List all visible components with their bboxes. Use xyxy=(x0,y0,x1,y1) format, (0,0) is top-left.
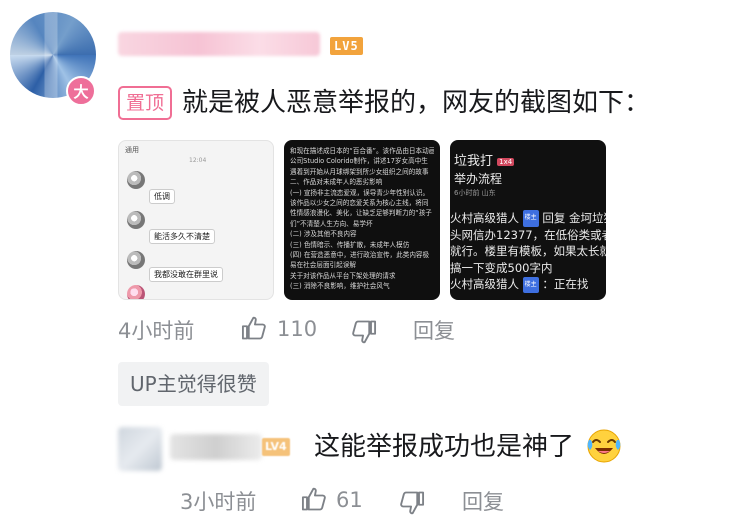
screenshot-thumbnail-2[interactable]: 和现在描述成日本的“百合番”。该作品由日本动画 公司Studio Colorid… xyxy=(284,140,440,300)
thumb3-meta: 6小时前 山东 xyxy=(454,189,496,197)
chat-row xyxy=(127,171,145,189)
chat-row xyxy=(127,285,145,299)
thumb3-header: 垃我打 1x4 xyxy=(454,154,515,169)
thumbs-up-icon[interactable] xyxy=(240,314,268,342)
chat-bubble: 我都没敢在群里说 xyxy=(149,267,223,282)
thumb3-posts: 火村高级猎人 楼主 回复 金坷垃猎 头网信办12377，在低俗类或者色情 就行。… xyxy=(450,210,606,293)
reply-text: 这能举报成功也是神了 xyxy=(314,432,575,462)
thumb1-time: 12:04 xyxy=(189,157,207,164)
reply-avatar-blurred[interactable] xyxy=(118,427,162,471)
like-count: 110 xyxy=(277,317,318,341)
chat-row xyxy=(127,251,145,269)
pinned-tag: 置顶 xyxy=(118,86,173,120)
up-liked-chip: UP主觉得很赞 xyxy=(118,362,269,406)
level-badge: LV5 xyxy=(330,37,363,55)
chat-row xyxy=(127,211,145,229)
reply-username-blurred[interactable] xyxy=(170,434,262,460)
chat-avatar xyxy=(127,211,145,229)
laughing-crying-emoji-icon xyxy=(587,429,621,463)
comment-time: 4小时前 xyxy=(118,319,195,343)
thumbs-down-icon[interactable] xyxy=(350,318,378,346)
reply-button[interactable]: 回复 xyxy=(413,318,455,344)
thumbs-down-icon[interactable] xyxy=(398,489,426,517)
chat-avatar xyxy=(127,285,145,299)
thumb1-header: 通用 xyxy=(125,146,139,154)
reply-like-count: 61 xyxy=(336,488,363,512)
chat-avatar xyxy=(127,251,145,269)
reply-reply-button[interactable]: 回复 xyxy=(462,489,504,515)
thumb3-subtitle: 举办流程 xyxy=(454,172,503,186)
reply-level-badge: LV4 xyxy=(262,438,290,456)
reply-time: 3小时前 xyxy=(180,490,257,514)
chat-bubble: 能活多久不清楚 xyxy=(149,229,215,244)
username-blurred[interactable] xyxy=(118,32,320,56)
thumbs-up-icon[interactable] xyxy=(300,485,328,513)
avatar-badge: 大 xyxy=(66,76,96,106)
screenshot-thumbnail-1[interactable]: 通用 12:04 低调 能活多久不清楚 我都没敢在群里说 xyxy=(118,140,274,300)
chat-avatar xyxy=(127,171,145,189)
document-text: 和现在描述成日本的“百合番”。该作品由日本动画 公司Studio Colorid… xyxy=(290,147,434,291)
chat-bubble: 低调 xyxy=(149,189,175,204)
comment-text: 就是被人恶意举报的，网友的截图如下： xyxy=(182,88,651,118)
screenshot-thumbnail-3[interactable]: 垃我打 1x4 举办流程 6小时前 山东 火村高级猎人 楼主 回复 金坷垃猎 头… xyxy=(450,140,606,300)
